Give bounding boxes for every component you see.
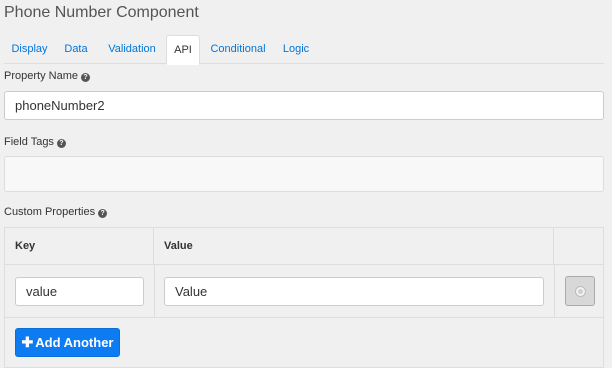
key-column-header: Key bbox=[5, 228, 154, 265]
property-name-label-text: Property Name bbox=[4, 70, 78, 82]
add-another-button[interactable]: ✚ Add Another bbox=[15, 328, 120, 357]
tab-conditional[interactable]: Conditional bbox=[202, 35, 274, 64]
question-circle-icon[interactable]: ? bbox=[56, 139, 66, 148]
question-circle-icon[interactable]: ? bbox=[98, 209, 108, 218]
tab-data[interactable]: Data bbox=[56, 35, 96, 64]
component-settings-panel: Phone Number Component Display Data Vali… bbox=[0, 0, 612, 368]
field-tags-input[interactable] bbox=[4, 156, 604, 192]
question-circle-icon[interactable]: ? bbox=[80, 73, 90, 82]
tab-bar: Display Data Validation API Conditional … bbox=[4, 35, 604, 65]
field-tags-label: Field Tags? bbox=[4, 135, 66, 149]
page-title: Phone Number Component bbox=[4, 4, 199, 21]
tab-display[interactable]: Display bbox=[4, 35, 55, 64]
actions-column-header bbox=[554, 228, 603, 265]
field-tags-label-text: Field Tags bbox=[4, 136, 54, 148]
value-column-header: Value bbox=[154, 228, 554, 265]
property-name-label: Property Name? bbox=[4, 69, 90, 83]
add-another-label: Add Another bbox=[35, 335, 114, 350]
custom-properties-label: Custom Properties? bbox=[4, 205, 108, 219]
plus-icon: ✚ bbox=[21, 334, 34, 350]
column-divider bbox=[154, 265, 155, 318]
custom-properties-table: Key Value value Value ✚ Add Another bbox=[4, 227, 604, 368]
remove-row-icon bbox=[575, 286, 586, 297]
key-input[interactable]: value bbox=[15, 277, 144, 306]
property-name-input[interactable]: phoneNumber2 bbox=[4, 91, 604, 120]
tab-api[interactable]: API bbox=[166, 35, 200, 65]
tab-logic[interactable]: Logic bbox=[276, 35, 316, 64]
remove-row-button[interactable] bbox=[565, 276, 595, 306]
table-row: value Value bbox=[5, 265, 603, 318]
tab-validation[interactable]: Validation bbox=[98, 35, 166, 64]
custom-properties-label-text: Custom Properties bbox=[4, 206, 96, 218]
column-divider bbox=[554, 265, 555, 318]
value-input[interactable]: Value bbox=[164, 277, 544, 306]
